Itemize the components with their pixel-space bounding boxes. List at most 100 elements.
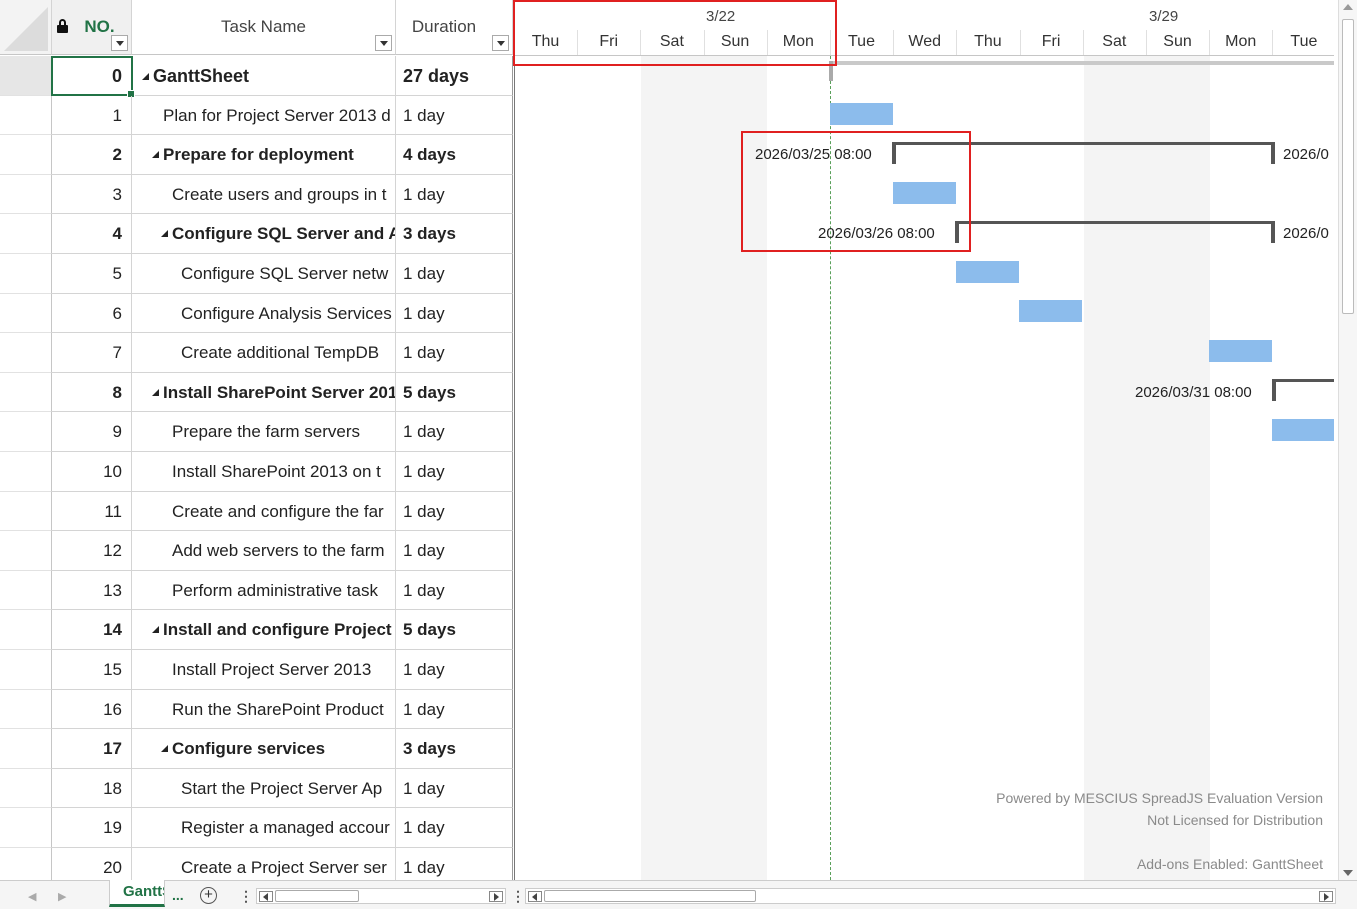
scroll-right-icon[interactable] <box>489 891 503 902</box>
cell-task-name[interactable]: Create additional TempDB <box>132 333 396 373</box>
cell-no[interactable]: 15 <box>52 650 132 690</box>
task-bar[interactable] <box>830 103 893 125</box>
column-header-no[interactable]: NO. <box>52 0 132 55</box>
select-all-corner[interactable] <box>0 0 52 55</box>
row-header[interactable] <box>0 135 52 175</box>
table-row[interactable]: 5 Configure SQL Server netw 1 day <box>0 254 514 294</box>
cell-no[interactable]: 8 <box>52 372 132 413</box>
cell-no[interactable]: 4 <box>52 214 132 254</box>
row-header[interactable] <box>0 412 52 452</box>
row-header[interactable] <box>0 689 52 730</box>
row-header[interactable] <box>0 491 52 532</box>
grid-horizontal-scrollbar[interactable] <box>256 888 506 904</box>
row-header[interactable] <box>0 372 52 413</box>
cell-no[interactable]: 13 <box>52 570 132 611</box>
cell-duration[interactable]: 3 days <box>396 729 513 769</box>
cell-duration[interactable]: 1 day <box>396 531 513 571</box>
row-header[interactable] <box>0 610 52 650</box>
vertical-scroll-thumb[interactable] <box>1342 19 1354 314</box>
cell-task-name[interactable]: Prepare the farm servers <box>132 412 396 452</box>
cell-no[interactable]: 7 <box>52 333 132 373</box>
cell-duration[interactable]: 5 days <box>396 610 513 650</box>
table-row[interactable]: 18 Start the Project Server Ap 1 day <box>0 768 514 809</box>
cell-duration[interactable]: 1 day <box>396 333 513 373</box>
table-row[interactable]: 11 Create and configure the far 1 day <box>0 491 514 532</box>
table-row[interactable]: 16 Run the SharePoint Product 1 day <box>0 689 514 730</box>
cell-no[interactable]: 19 <box>52 808 132 848</box>
cell-duration[interactable]: 1 day <box>396 650 513 690</box>
scroll-left-icon[interactable] <box>528 891 542 902</box>
cell-no[interactable]: 3 <box>52 174 132 215</box>
cell-task-name[interactable]: Install SharePoint Server 201 <box>132 372 396 413</box>
filter-dropdown-icon[interactable] <box>375 35 392 51</box>
table-row[interactable]: 1 Plan for Project Server 2013 d1 day <box>0 95 514 136</box>
scroll-up-icon[interactable] <box>1343 4 1353 10</box>
cell-task-name[interactable]: Install SharePoint 2013 on t <box>132 452 396 492</box>
scroll-left-icon[interactable] <box>259 891 273 902</box>
table-row[interactable]: 14 Install and configure Project 5 days <box>0 610 514 650</box>
cell-task-name[interactable]: Create a Project Server ser <box>132 848 396 880</box>
row-header[interactable] <box>0 254 52 294</box>
cell-no[interactable]: 17 <box>52 729 132 769</box>
row-header[interactable] <box>0 214 52 254</box>
cell-no[interactable]: 20 <box>52 848 132 880</box>
cell-no[interactable]: 10 <box>52 452 132 492</box>
cell-duration[interactable]: 1 day <box>396 689 513 730</box>
splitter-handle-icon[interactable]: ⋮ <box>511 888 525 905</box>
row-header[interactable] <box>0 768 52 809</box>
cell-task-name[interactable]: Configure SQL Server netw <box>132 254 396 294</box>
cell-duration[interactable]: 1 day <box>396 848 513 880</box>
row-header[interactable] <box>0 650 52 690</box>
row-header[interactable] <box>0 531 52 571</box>
table-row[interactable]: 10 Install SharePoint 2013 on t 1 day <box>0 452 514 492</box>
row-header[interactable] <box>0 174 52 215</box>
cell-no[interactable]: 16 <box>52 689 132 730</box>
cell-no[interactable]: 14 <box>52 610 132 650</box>
cell-task-name[interactable]: Configure services <box>132 729 396 769</box>
cell-no[interactable]: 5 <box>52 254 132 294</box>
cell-no[interactable]: 6 <box>52 293 132 334</box>
cell-task-name[interactable]: Start the Project Server Ap <box>132 768 396 809</box>
horizontal-scroll-thumb[interactable] <box>544 890 756 902</box>
cell-duration[interactable]: 1 day <box>396 768 513 809</box>
cell-task-name[interactable]: Create and configure the far <box>132 491 396 532</box>
table-row[interactable]: 3 Create users and groups in t 1 day <box>0 174 514 215</box>
table-row[interactable]: 19 Register a managed accour 1 day <box>0 808 514 848</box>
cell-duration[interactable]: 3 days <box>396 214 513 254</box>
table-row[interactable]: 8 Install SharePoint Server 201 5 days <box>0 372 514 413</box>
cell-task-name[interactable]: Install Project Server 2013 <box>132 650 396 690</box>
project-summary-bar[interactable] <box>830 61 1334 65</box>
cell-duration[interactable]: 1 day <box>396 293 513 334</box>
cell-task-name[interactable]: Register a managed accour <box>132 808 396 848</box>
add-sheet-icon[interactable]: + <box>200 887 217 904</box>
cell-no[interactable]: 18 <box>52 768 132 809</box>
cell-duration[interactable]: 1 day <box>396 412 513 452</box>
collapse-toggle-icon[interactable] <box>152 388 159 396</box>
scroll-down-icon[interactable] <box>1343 870 1353 876</box>
cell-task-name[interactable]: Configure SQL Server and A <box>132 214 396 254</box>
row-header[interactable] <box>0 56 52 96</box>
row-header[interactable] <box>0 293 52 334</box>
cell-duration[interactable]: 1 day <box>396 254 513 294</box>
table-row[interactable]: 17 Configure services 3 days <box>0 729 514 769</box>
cell-task-name[interactable]: Perform administrative task <box>132 570 396 611</box>
table-row[interactable]: 15 Install Project Server 2013 1 day <box>0 650 514 690</box>
splitter-handle-icon[interactable]: ⋮ <box>239 888 253 905</box>
cell-duration[interactable]: 27 days <box>396 56 513 96</box>
tab-nav-prev-icon[interactable]: ◀ <box>28 890 36 903</box>
cell-no[interactable]: 0 <box>52 56 132 96</box>
row-header[interactable] <box>0 95 52 136</box>
chart-horizontal-scrollbar[interactable] <box>525 888 1336 904</box>
collapse-toggle-icon[interactable] <box>161 745 168 753</box>
row-header[interactable] <box>0 729 52 769</box>
filter-dropdown-icon[interactable] <box>492 35 509 51</box>
cell-task-name[interactable]: Plan for Project Server 2013 d <box>132 95 396 136</box>
task-bar[interactable] <box>956 261 1019 283</box>
table-row[interactable]: 20 Create a Project Server ser 1 day <box>0 848 514 880</box>
cell-duration[interactable]: 5 days <box>396 372 513 413</box>
cell-no[interactable]: 9 <box>52 412 132 452</box>
filter-dropdown-icon[interactable] <box>111 35 128 51</box>
horizontal-scroll-thumb[interactable] <box>275 890 359 902</box>
tab-nav-next-icon[interactable]: ▶ <box>58 890 66 903</box>
cell-task-name[interactable]: Install and configure Project <box>132 610 396 650</box>
